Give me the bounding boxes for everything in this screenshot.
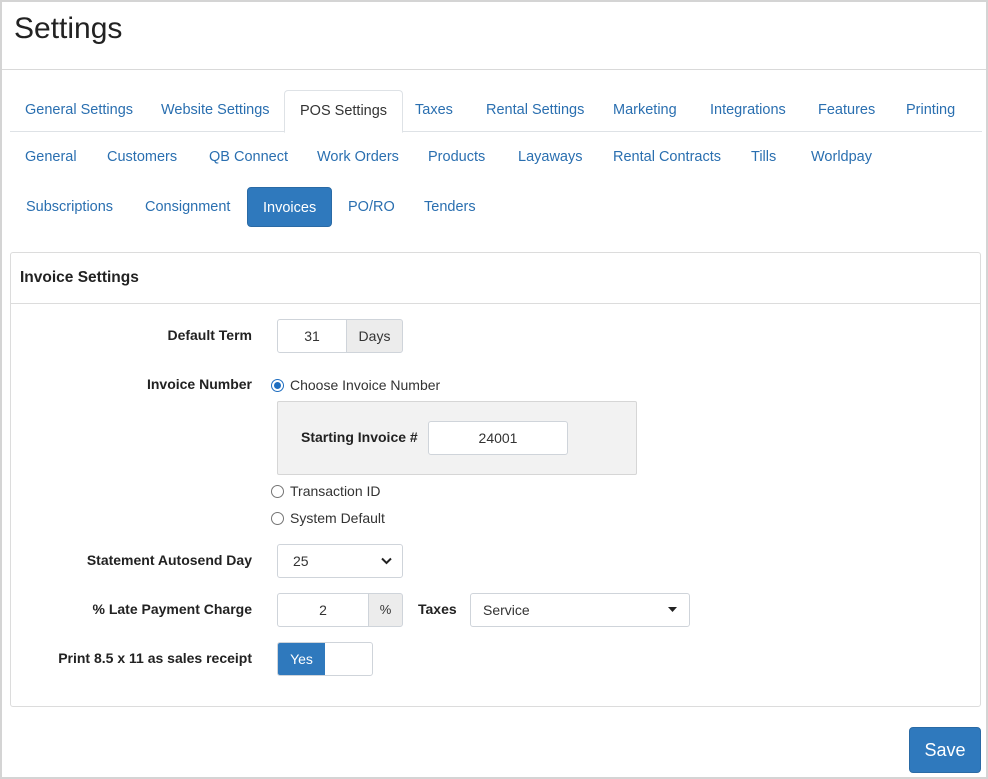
subtab-customers[interactable]: Customers bbox=[107, 137, 177, 177]
subtab-qb-connect[interactable]: QB Connect bbox=[209, 137, 288, 177]
radio-transaction-id[interactable]: Transaction ID bbox=[271, 481, 381, 501]
tab-features[interactable]: Features bbox=[818, 90, 875, 132]
invoice-number-label: Invoice Number bbox=[146, 376, 252, 392]
settings-window: Settings General Settings Website Settin… bbox=[0, 0, 988, 779]
tab-integrations[interactable]: Integrations bbox=[710, 90, 786, 132]
radio-unchecked-icon[interactable] bbox=[271, 485, 284, 498]
default-term-input[interactable]: 31 bbox=[277, 319, 347, 353]
starting-invoice-well: Starting Invoice # 24001 bbox=[277, 401, 637, 475]
radio-label: System Default bbox=[290, 510, 385, 526]
statement-autosend-label: Statement Autosend Day bbox=[86, 552, 252, 568]
invoice-settings-panel: Invoice Settings bbox=[10, 252, 981, 707]
subtab-general[interactable]: General bbox=[25, 137, 77, 177]
taxes-label: Taxes bbox=[418, 601, 457, 617]
subtab-po-ro[interactable]: PO/RO bbox=[348, 187, 395, 227]
subtab-products[interactable]: Products bbox=[428, 137, 485, 177]
tab-rental-settings[interactable]: Rental Settings bbox=[486, 90, 584, 132]
percent-addon: % bbox=[368, 593, 403, 627]
statement-autosend-select[interactable]: 25 bbox=[277, 544, 403, 578]
page-title: Settings bbox=[14, 12, 123, 45]
panel-title: Invoice Settings bbox=[20, 269, 139, 286]
tab-pos-settings[interactable]: POS Settings bbox=[284, 90, 404, 133]
subtab-consignment[interactable]: Consignment bbox=[145, 187, 230, 227]
main-tabs: General Settings Website Settings POS Se… bbox=[10, 90, 982, 133]
subtab-worldpay[interactable]: Worldpay bbox=[811, 137, 872, 177]
starting-invoice-input[interactable]: 24001 bbox=[428, 421, 568, 455]
panel-header: Invoice Settings bbox=[11, 253, 980, 304]
tab-marketing[interactable]: Marketing bbox=[613, 90, 677, 132]
tab-website-settings[interactable]: Website Settings bbox=[161, 90, 270, 132]
page-header: Settings bbox=[2, 2, 986, 70]
tab-general-settings[interactable]: General Settings bbox=[25, 90, 133, 132]
subtab-tills[interactable]: Tills bbox=[751, 137, 776, 177]
radio-unchecked-icon[interactable] bbox=[271, 512, 284, 525]
tab-printing[interactable]: Printing bbox=[906, 90, 955, 132]
toggle-yes[interactable]: Yes bbox=[278, 643, 325, 675]
subtab-tenders[interactable]: Tenders bbox=[424, 187, 476, 227]
subtab-invoices[interactable]: Invoices bbox=[247, 187, 333, 227]
tab-taxes[interactable]: Taxes bbox=[415, 90, 453, 132]
subtab-rental-contracts[interactable]: Rental Contracts bbox=[613, 137, 721, 177]
taxes-select[interactable]: Service bbox=[470, 593, 690, 627]
late-payment-label: % Late Payment Charge bbox=[92, 601, 253, 617]
save-button[interactable]: Save bbox=[909, 727, 981, 773]
caret-down-icon bbox=[668, 594, 677, 626]
subtab-work-orders[interactable]: Work Orders bbox=[317, 137, 399, 177]
default-term-label: Default Term bbox=[167, 327, 252, 343]
late-payment-input[interactable]: 2 bbox=[277, 593, 369, 627]
subtab-subscriptions[interactable]: Subscriptions bbox=[26, 187, 113, 227]
radio-system-default[interactable]: System Default bbox=[271, 508, 385, 528]
chevron-down-icon bbox=[381, 545, 392, 577]
radio-checked-icon[interactable] bbox=[271, 379, 284, 392]
select-value: 25 bbox=[293, 553, 309, 569]
print-receipt-label: Print 8.5 x 11 as sales receipt bbox=[58, 650, 252, 666]
radio-choose-invoice-number[interactable]: Choose Invoice Number bbox=[271, 375, 440, 395]
starting-invoice-label: Starting Invoice # bbox=[301, 429, 418, 445]
subtab-layaways[interactable]: Layaways bbox=[518, 137, 582, 177]
select-value: Service bbox=[483, 602, 530, 618]
print-receipt-toggle[interactable]: Yes bbox=[277, 642, 373, 676]
days-addon: Days bbox=[346, 319, 403, 353]
radio-label: Transaction ID bbox=[290, 483, 381, 499]
radio-label: Choose Invoice Number bbox=[290, 377, 441, 393]
